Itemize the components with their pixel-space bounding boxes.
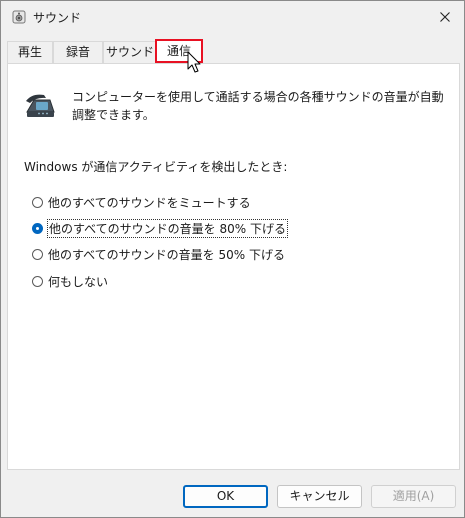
tab-sounds[interactable]: サウンド: [103, 41, 157, 63]
ok-button[interactable]: OK: [183, 485, 268, 508]
mouse-pointer-icon: [187, 51, 201, 73]
apply-button[interactable]: 適用(A): [371, 485, 456, 508]
title-bar: サウンド: [1, 1, 464, 33]
option-do-nothing[interactable]: 何もしない: [32, 272, 108, 290]
communications-panel: コンピューターを使用して通話する場合の各種サウンドの音量が自動調整できます。 W…: [7, 63, 460, 470]
close-button[interactable]: [432, 5, 458, 29]
detection-prompt: Windows が通信アクティビティを検出したとき:: [24, 160, 288, 174]
description-text: コンピューターを使用して通話する場合の各種サウンドの音量が自動調整できます。: [72, 90, 444, 122]
option-mute-all[interactable]: 他のすべてのサウンドをミュートする: [32, 193, 251, 211]
sound-dialog: サウンド 再生 録音 サウンド 通信 コンピューターを使用して通話する場合の各種…: [0, 0, 465, 518]
radio-button[interactable]: [32, 196, 43, 208]
option-reduce-80[interactable]: 他のすべてのサウンドの音量を 80% 下げる: [32, 218, 288, 238]
tab-recording[interactable]: 録音: [53, 41, 103, 63]
telephone-icon: [26, 94, 55, 117]
option-reduce-50[interactable]: 他のすべてのサウンドの音量を 50% 下げる: [32, 245, 285, 263]
radio-button-selected[interactable]: [32, 222, 43, 234]
option-label: 他のすべてのサウンドの音量を 50% 下げる: [48, 247, 285, 262]
cancel-button[interactable]: キャンセル: [277, 485, 362, 508]
option-label: 他のすべてのサウンドをミュートする: [48, 195, 251, 210]
window-title: サウンド: [33, 11, 82, 25]
speaker-icon: [12, 10, 26, 24]
tab-playback[interactable]: 再生: [7, 41, 53, 63]
option-label: 何もしない: [48, 274, 109, 289]
close-icon: [440, 12, 450, 22]
option-label: 他のすべてのサウンドの音量を 80% 下げる: [47, 218, 288, 238]
radio-button[interactable]: [32, 248, 43, 260]
radio-button[interactable]: [32, 275, 43, 287]
